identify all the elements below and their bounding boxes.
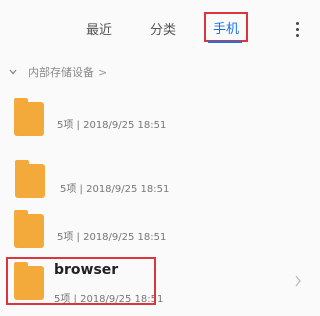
item-meta: 5项 | 2018/9/25 18:51	[57, 120, 167, 131]
highlight-box	[6, 257, 156, 305]
breadcrumb[interactable]: 内部存储设备 >	[8, 64, 107, 80]
item-meta: 5项 | 2018/9/25 18:51	[57, 232, 167, 243]
breadcrumb-separator: >	[98, 65, 108, 79]
top-tab-bar: 最近 分类 手机	[0, 0, 310, 56]
tab-phone-label: 手机	[212, 21, 239, 37]
chevron-down-icon	[9, 69, 17, 75]
chevron-right-icon[interactable]	[294, 275, 302, 287]
folder-icon	[15, 160, 45, 198]
breadcrumb-label: 内部存储设备	[28, 66, 94, 79]
list-item[interactable]: 5项 | 2018/9/25 18:51	[0, 206, 310, 262]
list-item[interactable]: 5项 | 2018/9/25 18:51	[0, 94, 310, 150]
folder-icon	[14, 210, 44, 248]
more-vert-icon[interactable]	[296, 22, 300, 40]
tab-recent[interactable]: 最近	[86, 19, 112, 38]
active-tab-indicator	[208, 41, 242, 43]
tab-category[interactable]: 分类	[150, 19, 176, 38]
tab-phone[interactable]: 手机	[204, 12, 248, 42]
folder-icon	[14, 98, 44, 136]
list-item[interactable]: 5项 | 2018/9/25 18:51	[0, 154, 310, 210]
item-meta: 5项 | 2018/9/25 18:51	[60, 184, 170, 195]
